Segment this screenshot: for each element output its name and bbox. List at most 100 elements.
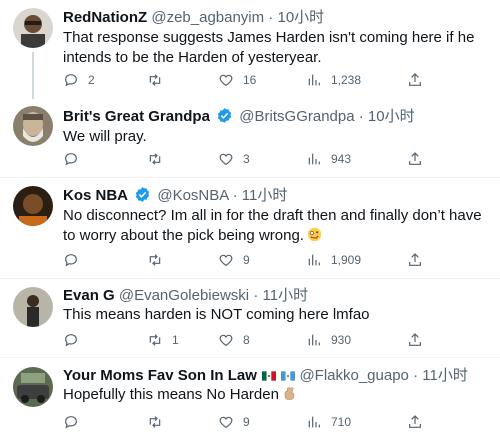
retweet-button[interactable] [147, 70, 172, 90]
reply-button[interactable] [63, 149, 88, 169]
views-button[interactable]: 1,909 [306, 250, 361, 270]
share-icon [409, 253, 421, 266]
mexico-flag-icon [262, 371, 277, 381]
user-handle[interactable]: @zeb_agbanyim [151, 9, 264, 26]
separator-dot: · [358, 108, 364, 125]
tweet[interactable]: Evan G @EvanGolebiewski · 11小时 This mean… [0, 279, 500, 357]
display-name[interactable]: RedNationZ [63, 9, 147, 26]
avatar[interactable] [13, 287, 53, 327]
tweet[interactable]: Brit's Great Grandpa @BritsGGrandpa · 10… [0, 99, 500, 177]
reply-count: 2 [88, 73, 95, 87]
share-button[interactable] [407, 412, 423, 432]
verified-badge-icon [217, 108, 232, 123]
tweet-text: This means harden is NOT coming here lmf… [63, 306, 370, 323]
reply-icon [65, 74, 77, 87]
like-button[interactable]: 9 [218, 412, 250, 432]
tweet[interactable]: RedNationZ @zeb_agbanyim · 10小时 That res… [0, 0, 500, 99]
tweet-text: No disconnect? Im all in for the draft t… [63, 207, 482, 244]
share-button[interactable] [407, 330, 423, 350]
tweet[interactable]: Kos NBA @KosNBA · 11小时 No disconnect? Im… [0, 178, 500, 278]
views-button[interactable]: 710 [306, 412, 351, 432]
user-handle[interactable]: @Flakko_guapo [299, 367, 408, 384]
verified-badge-icon [136, 187, 150, 202]
retweet-button[interactable]: 1 [147, 330, 179, 350]
tweet-header: Kos NBA @KosNBA · 11小时 [63, 186, 287, 206]
retweet-icon [149, 74, 161, 86]
zany-face-emoji-icon [307, 227, 322, 242]
heart-icon [219, 74, 233, 87]
separator-dot: · [268, 9, 274, 26]
crossed-fingers-emoji-icon [284, 387, 295, 400]
reply-button[interactable] [63, 412, 88, 432]
user-handle[interactable]: @BritsGGrandpa [239, 108, 354, 125]
retweet-button[interactable] [147, 412, 172, 432]
views-button[interactable]: 943 [306, 149, 351, 169]
tweet-actions: 9 1,909 [63, 250, 488, 270]
retweet-count: 1 [172, 333, 179, 347]
timestamp[interactable]: 11小时 [242, 187, 288, 204]
share-icon [409, 73, 421, 86]
reply-icon [65, 254, 77, 267]
reply-icon [65, 153, 77, 166]
tweet-header: Your Moms Fav Son In Law @Flakko_guapo ·… [63, 366, 468, 386]
like-button[interactable]: 16 [218, 70, 256, 90]
tweet-text: Hopefully this means No Harden [63, 386, 279, 403]
view-count: 1,238 [331, 73, 362, 87]
reply-button[interactable] [63, 250, 88, 270]
guatemala-flag-icon [281, 371, 296, 381]
timestamp[interactable]: 10小时 [277, 9, 324, 26]
reply-icon [65, 334, 77, 347]
avatar-image [13, 287, 53, 327]
retweet-button[interactable] [147, 250, 172, 270]
view-count: 930 [331, 333, 352, 347]
like-count: 16 [243, 73, 257, 87]
timestamp[interactable]: 11小时 [422, 367, 468, 384]
user-handle[interactable]: @KosNBA [157, 187, 228, 204]
separator-dot: · [413, 367, 419, 384]
timestamp[interactable]: 10小时 [368, 108, 415, 125]
avatar[interactable] [13, 8, 53, 48]
tweet-actions: 3 943 [63, 149, 488, 169]
reply-button[interactable] [63, 330, 88, 350]
like-count: 8 [243, 333, 250, 347]
heart-icon [219, 334, 233, 347]
timestamp[interactable]: 11小时 [263, 287, 309, 304]
avatar[interactable] [13, 106, 53, 146]
share-button[interactable] [407, 149, 423, 169]
display-name[interactable]: Kos NBA [63, 187, 128, 204]
display-name[interactable]: Brit's Great Grandpa [63, 108, 210, 125]
like-count: 3 [243, 152, 250, 166]
like-button[interactable]: 9 [218, 250, 250, 270]
tweet-header: Brit's Great Grandpa @BritsGGrandpa · 10… [63, 107, 415, 127]
avatar-image [13, 106, 53, 146]
display-name[interactable]: Evan G [63, 287, 115, 304]
views-bar-chart-icon [308, 153, 320, 165]
like-button[interactable]: 8 [218, 330, 250, 350]
reply-button[interactable]: 2 [63, 70, 95, 90]
avatar[interactable] [13, 186, 53, 226]
tweet-actions: 2 16 1,238 [63, 70, 488, 90]
views-bar-chart-icon [308, 74, 320, 86]
reply-icon [65, 416, 77, 429]
tweet-text: That response suggests James Harden isn'… [63, 29, 475, 66]
views-button[interactable]: 930 [306, 330, 351, 350]
avatar[interactable] [13, 367, 53, 407]
heart-icon [219, 254, 233, 267]
tweet-header: RedNationZ @zeb_agbanyim · 10小时 [63, 8, 324, 28]
view-count: 710 [331, 415, 352, 429]
retweet-icon [149, 254, 161, 266]
tweet[interactable]: Your Moms Fav Son In Law @Flakko_guapo ·… [0, 358, 500, 440]
tweet-actions: 9 710 [63, 412, 488, 432]
share-button[interactable] [407, 70, 423, 90]
share-button[interactable] [407, 250, 423, 270]
like-count: 9 [243, 415, 250, 429]
separator-dot: · [253, 287, 259, 304]
separator-dot: · [232, 187, 238, 204]
retweet-button[interactable] [147, 149, 172, 169]
user-handle[interactable]: @EvanGolebiewski [119, 287, 249, 304]
share-icon [409, 152, 421, 165]
views-button[interactable]: 1,238 [306, 70, 361, 90]
like-button[interactable]: 3 [218, 149, 250, 169]
display-name[interactable]: Your Moms Fav Son In Law [63, 367, 257, 384]
share-icon [409, 333, 421, 346]
